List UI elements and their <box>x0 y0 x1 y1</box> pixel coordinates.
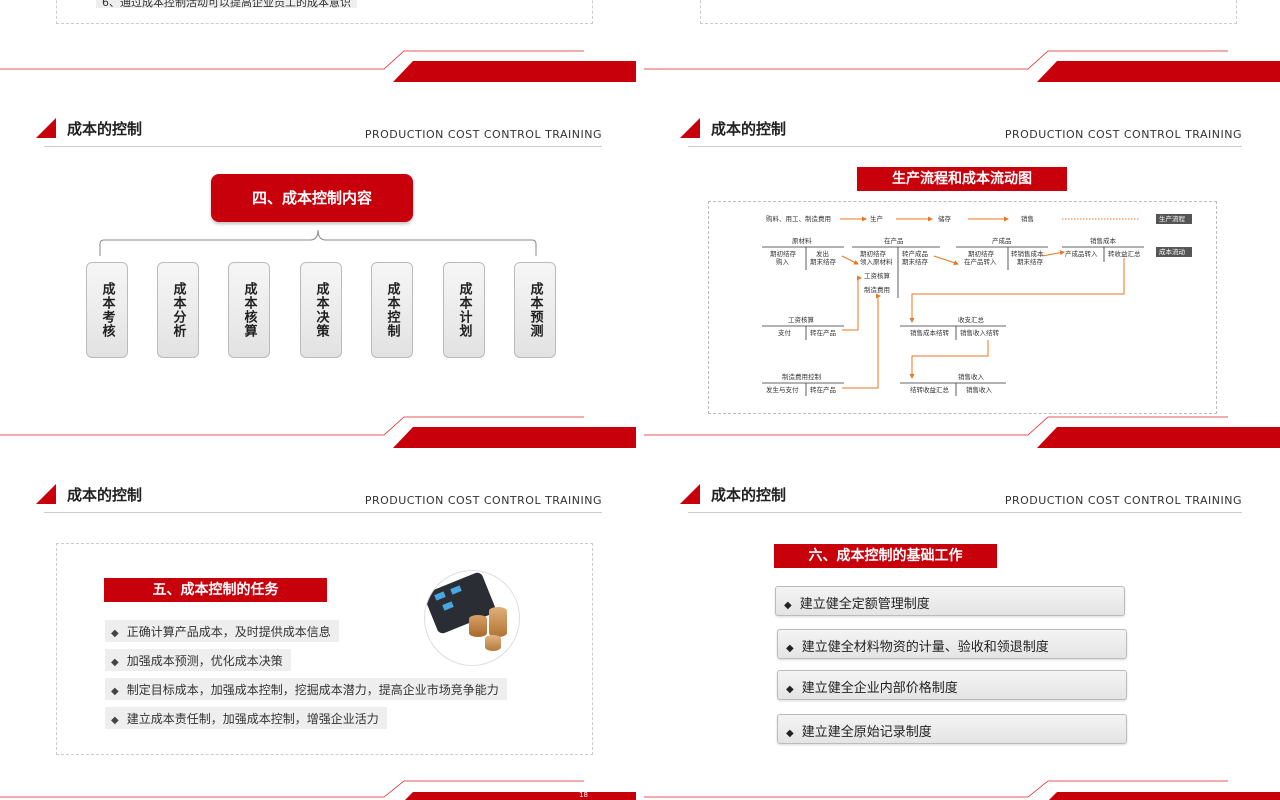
main-heading: 六、成本控制的基础工作 <box>774 544 997 568</box>
flow-node-storage: 储存 <box>938 215 951 223</box>
acct-raw-title: 原材料 <box>792 237 812 245</box>
legend-process: 生产流程 <box>1159 215 1185 223</box>
basic-work-item-2: 建立健全材料物资的计量、验收和领退制度 <box>777 629 1127 659</box>
item-cost-accounting: 成本核算 <box>228 262 270 358</box>
slide-title: 成本的控制 <box>67 120 143 138</box>
header-divider <box>688 512 1242 513</box>
footer-decoration <box>0 780 636 800</box>
main-heading: 四、成本控制内容 <box>211 174 413 222</box>
acct-wip-right: 转产成品 期末结存 <box>902 250 928 266</box>
item-cost-control: 成本控制 <box>371 262 413 358</box>
acct-cogs-title: 销售成本 <box>1090 237 1116 245</box>
flow-node-input: 购料、用工、制造费用 <box>766 215 831 223</box>
flow-node-sales: 销售 <box>1021 215 1034 223</box>
acct-summary-right: 销售收入结转 <box>960 329 999 337</box>
acct-wages-right: 转在产品 <box>810 329 836 337</box>
task-bullet-4: 建立成本责任制，加强成本控制，增强企业活力 <box>105 707 387 729</box>
task-bullet-3: 制定目标成本，加强成本控制，挖掘成本潜力，提高企业市场竞争能力 <box>105 678 507 700</box>
slide-title: 成本的控制 <box>711 486 787 504</box>
acct-fg-title: 产成品 <box>992 237 1012 245</box>
header-divider <box>44 146 602 147</box>
header-divider <box>44 512 602 513</box>
acct-cogs-right: 转收益汇总 <box>1108 250 1141 258</box>
item-cost-plan: 成本计划 <box>443 262 485 358</box>
legend-cost: 成本流动 <box>1159 248 1185 256</box>
flow-node-production: 生产 <box>870 215 883 223</box>
item-cost-assessment: 成本考核 <box>86 262 128 358</box>
slide-subtitle: PRODUCTION COST CONTROL TRAINING <box>364 128 602 141</box>
acct-wip-title: 在产品 <box>884 237 904 245</box>
calculator-coins-image <box>424 570 520 666</box>
header-triangle-icon <box>36 484 56 504</box>
slide-subtitle: PRODUCTION COST CONTROL TRAINING <box>364 494 602 507</box>
acct-raw-right: 发出 期末结存 <box>810 250 836 266</box>
main-heading: 五、成本控制的任务 <box>104 578 327 602</box>
acct-summary-left: 销售成本结转 <box>910 329 949 337</box>
header-triangle-icon <box>36 118 56 138</box>
basic-work-item-3: 建立健全企业内部价格制度 <box>777 670 1127 700</box>
item-cost-analysis: 成本分析 <box>157 262 199 358</box>
acct-summary-title: 收支汇总 <box>958 316 984 324</box>
basic-work-item-4: 建立建全原始记录制度 <box>777 714 1127 744</box>
acct-fg-left: 期初结存 在产品转入 <box>964 250 997 266</box>
bracket-connector <box>99 229 537 256</box>
slide-subtitle: PRODUCTION COST CONTROL TRAINING <box>1004 494 1242 507</box>
acct-wages-left: 支付 <box>778 329 791 337</box>
slide-title: 成本的控制 <box>67 486 143 504</box>
acct-cogs-left: 产成品转入 <box>1065 250 1098 258</box>
basic-work-item-1: 建立健全定额管理制度 <box>775 586 1125 616</box>
acct-wages-title: 工资核算 <box>788 316 814 324</box>
item-cost-decision: 成本决策 <box>300 262 342 358</box>
task-bullet-2: 加强成本预测，优化成本决策 <box>105 649 291 671</box>
page-number: 18 <box>579 791 588 799</box>
footer-decoration <box>644 780 1280 800</box>
item-cost-forecast: 成本预测 <box>514 262 556 358</box>
acct-wip-left: 期初结存 领入原材料 工资核算 制造费用 <box>860 250 893 294</box>
slide-cost-control-tasks: 成本的控制 PRODUCTION COST CONTROL TRAINING 五… <box>0 366 640 800</box>
acct-fg-right: 转销售成本 期末结存 <box>1011 250 1044 266</box>
acct-raw-left: 期初结存 购入 <box>770 250 796 266</box>
task-bullet-1: 正确计算产品成本，及时提供成本信息 <box>105 620 339 642</box>
header-triangle-icon <box>680 484 700 504</box>
